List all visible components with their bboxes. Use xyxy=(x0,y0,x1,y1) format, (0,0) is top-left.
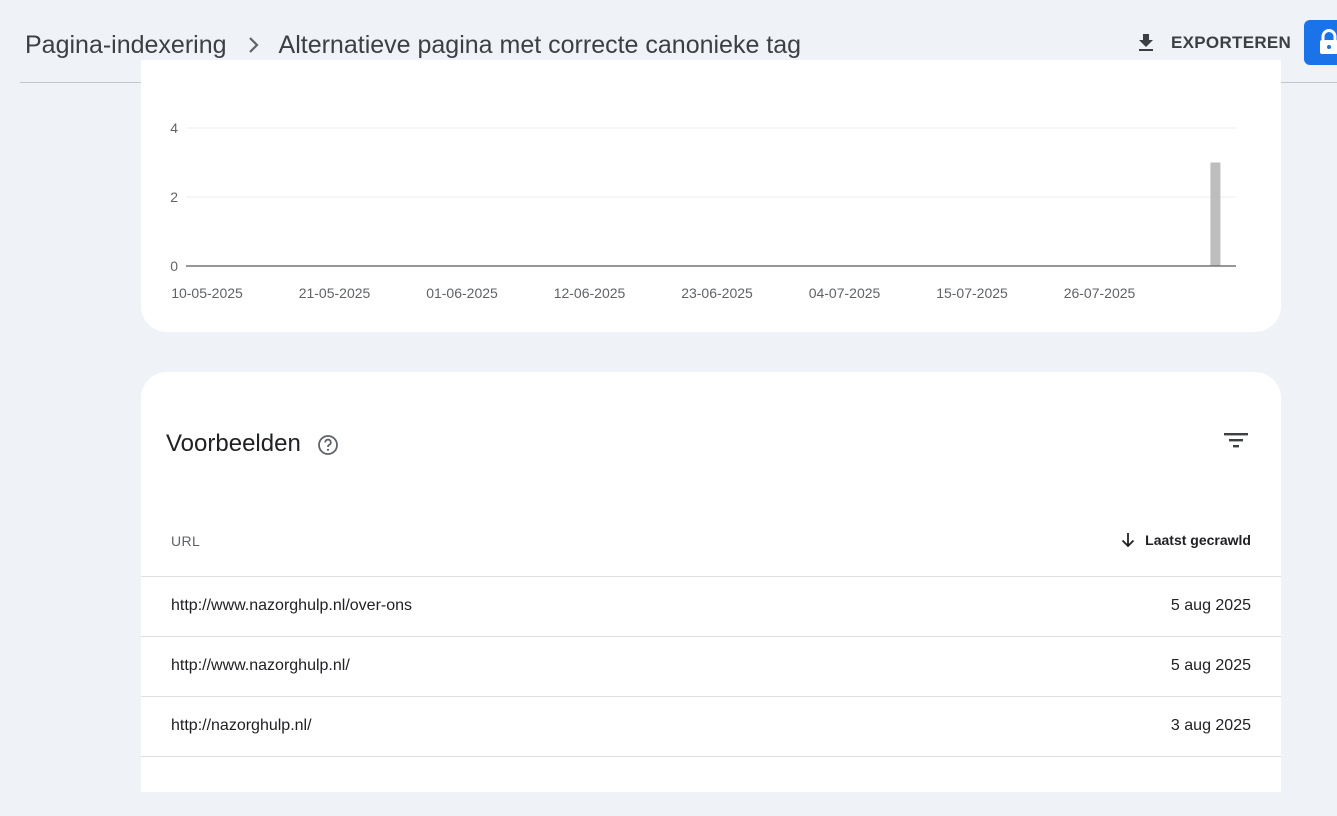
indexing-chart: 0 2 4 10-05-2025 21-05-2025 01-06-2025 12-06-2… xyxy=(170,120,1236,301)
filter-icon[interactable] xyxy=(1221,428,1251,452)
table-row[interactable]: http://nazorghulp.nl/ 3 aug 2025 xyxy=(141,696,1281,756)
y-tick-label: 0 xyxy=(170,258,178,274)
x-tick-label: 23-06-2025 xyxy=(681,285,753,301)
row-url[interactable]: http://www.nazorghulp.nl/ xyxy=(171,657,350,675)
arrow-down-icon xyxy=(1118,530,1138,550)
table-row[interactable] xyxy=(141,756,1281,816)
x-tick-label: 01-06-2025 xyxy=(426,285,498,301)
download-icon xyxy=(1134,31,1158,55)
export-button-label: EXPORTEREN xyxy=(1171,33,1292,52)
row-date: 5 aug 2025 xyxy=(1170,657,1251,674)
chart-bar xyxy=(1210,162,1221,266)
help-circle-icon[interactable] xyxy=(317,434,339,456)
y-tick-label: 2 xyxy=(170,189,178,205)
breadcrumb-parent-link[interactable]: Pagina-indexering xyxy=(25,31,227,60)
examples-card: Voorbeelden URL Laatst gecrawld http://w… xyxy=(141,372,1281,792)
column-header-url[interactable]: URL xyxy=(171,533,200,549)
column-header-last-crawled[interactable]: Laatst gecrawld xyxy=(1118,530,1251,550)
chevron-right-icon xyxy=(239,30,269,60)
page-title: Alternatieve pagina met correcte canonie… xyxy=(278,30,802,59)
table-row[interactable]: http://www.nazorghulp.nl/over-ons 5 aug … xyxy=(141,576,1281,636)
breadcrumb: Pagina-indexering Alternatieve pagina me… xyxy=(25,30,801,60)
x-tick-label: 12-06-2025 xyxy=(554,285,626,301)
row-url[interactable]: http://nazorghulp.nl/ xyxy=(171,717,312,735)
lock-icon xyxy=(1320,29,1337,54)
row-url[interactable]: http://www.nazorghulp.nl/over-ons xyxy=(171,597,412,615)
examples-table: http://www.nazorghulp.nl/over-ons 5 aug … xyxy=(141,576,1281,816)
x-tick-label: 26-07-2025 xyxy=(1064,285,1136,301)
x-tick-label: 10-05-2025 xyxy=(171,285,243,301)
column-header-last-crawled-label: Laatst gecrawld xyxy=(1145,532,1251,548)
lock-button[interactable] xyxy=(1304,20,1337,65)
y-tick-label: 4 xyxy=(170,120,178,136)
table-row[interactable]: http://www.nazorghulp.nl/ 5 aug 2025 xyxy=(141,636,1281,696)
x-tick-label: 15-07-2025 xyxy=(936,285,1008,301)
row-date: 5 aug 2025 xyxy=(1170,597,1251,614)
examples-title: Voorbeelden xyxy=(166,430,301,457)
x-tick-label: 21-05-2025 xyxy=(299,285,371,301)
export-button[interactable]: EXPORTEREN xyxy=(1126,24,1299,62)
x-tick-label: 04-07-2025 xyxy=(809,285,881,301)
row-date: 3 aug 2025 xyxy=(1170,717,1251,734)
chart-card: 0 2 4 10-05-2025 21-05-2025 01-06-2025 12-06-2… xyxy=(141,60,1281,332)
